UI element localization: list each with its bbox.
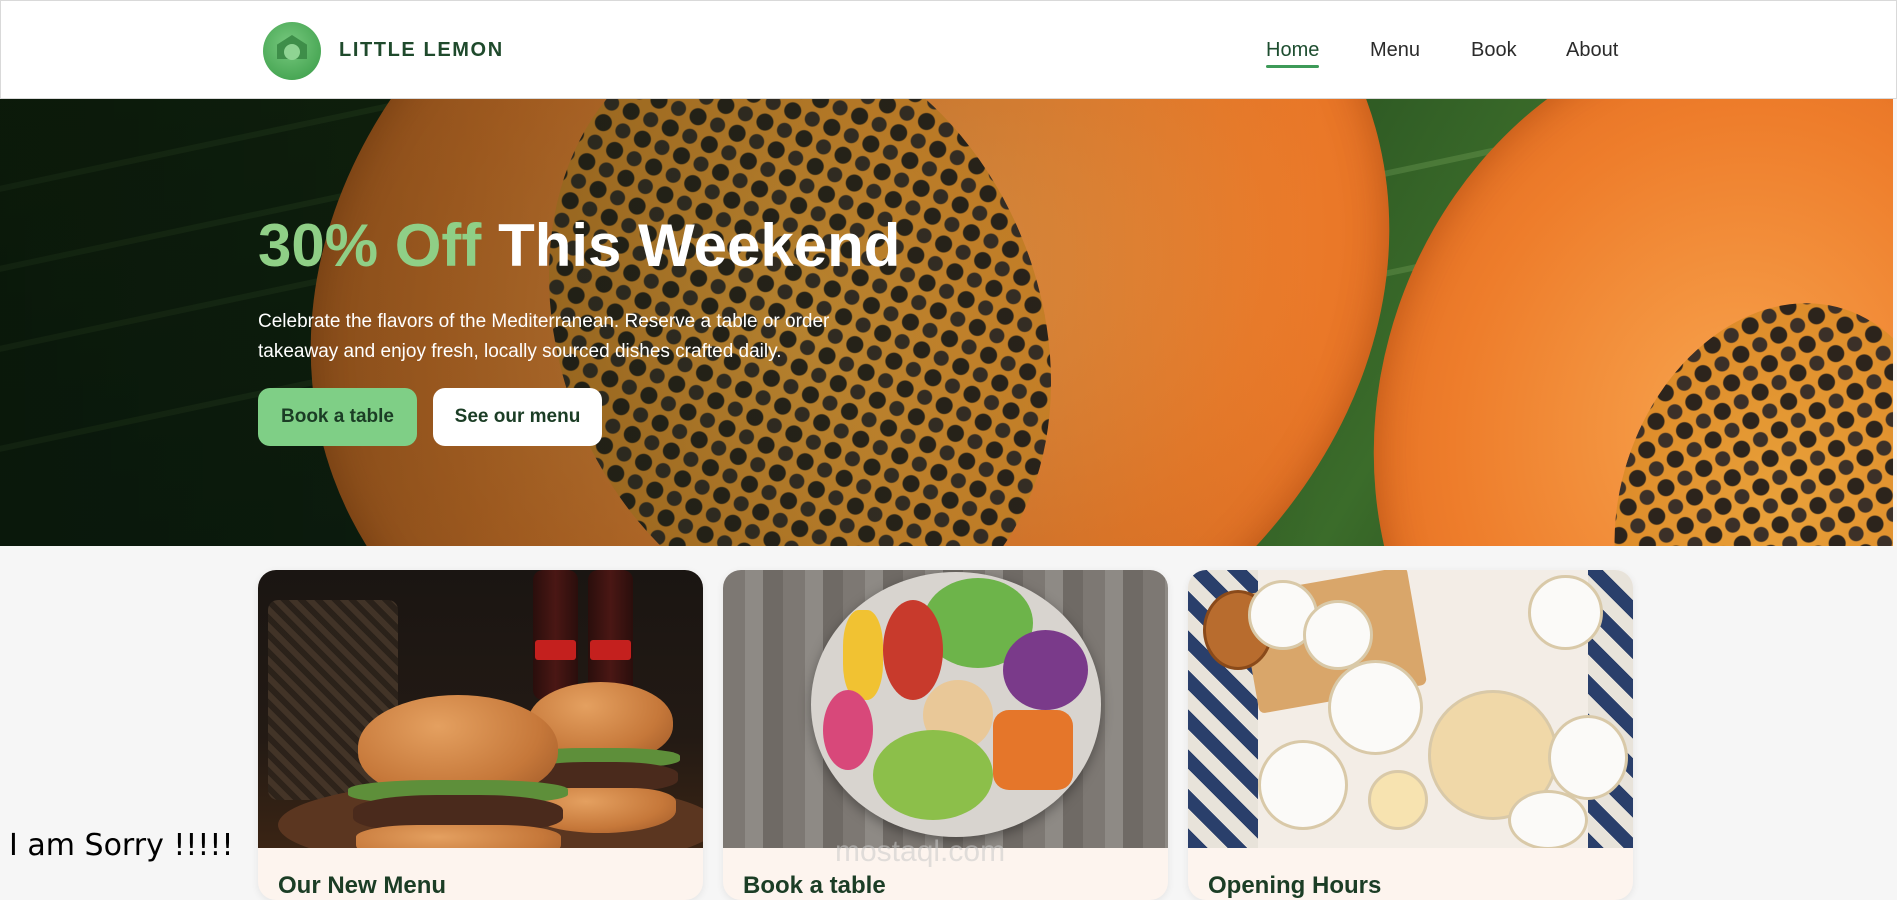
hero-banner: 30% Off This Weekend Celebrate the flavo… [0, 99, 1893, 546]
site-header: LITTLE LEMON Home Menu Book About [0, 0, 1897, 99]
burger-image [258, 570, 703, 848]
hero-title-accent: 30% Off [258, 212, 482, 279]
brunch-table-image [1188, 570, 1633, 848]
card-title: Opening Hours [1208, 872, 1382, 899]
book-table-button[interactable]: Book a table [258, 388, 417, 446]
card-new-menu[interactable]: Our New Menu [258, 570, 703, 900]
hero-title: 30% Off This Weekend [258, 211, 900, 280]
card-title: Book a table [743, 872, 886, 899]
overlay-caption: I am Sorry !!!!! [9, 828, 234, 863]
brand-name[interactable]: LITTLE LEMON [339, 39, 504, 62]
salad-bowl-image [723, 570, 1168, 848]
card-title: Our New Menu [278, 872, 447, 899]
nav-item-book[interactable]: Book [1471, 39, 1517, 62]
hero-subtitle: Celebrate the flavors of the Mediterrane… [258, 311, 830, 362]
nav-item-home[interactable]: Home [1266, 39, 1320, 68]
watermark-text: mostaql.com [835, 835, 1006, 868]
see-menu-button[interactable]: See our menu [433, 388, 602, 446]
lemon-house-logo-icon[interactable] [263, 22, 321, 80]
hero-title-rest: This Weekend [498, 212, 901, 279]
nav-item-about[interactable]: About [1566, 39, 1618, 62]
nav-item-menu[interactable]: Menu [1370, 39, 1420, 62]
card-opening-hours[interactable]: Opening Hours [1188, 570, 1633, 900]
